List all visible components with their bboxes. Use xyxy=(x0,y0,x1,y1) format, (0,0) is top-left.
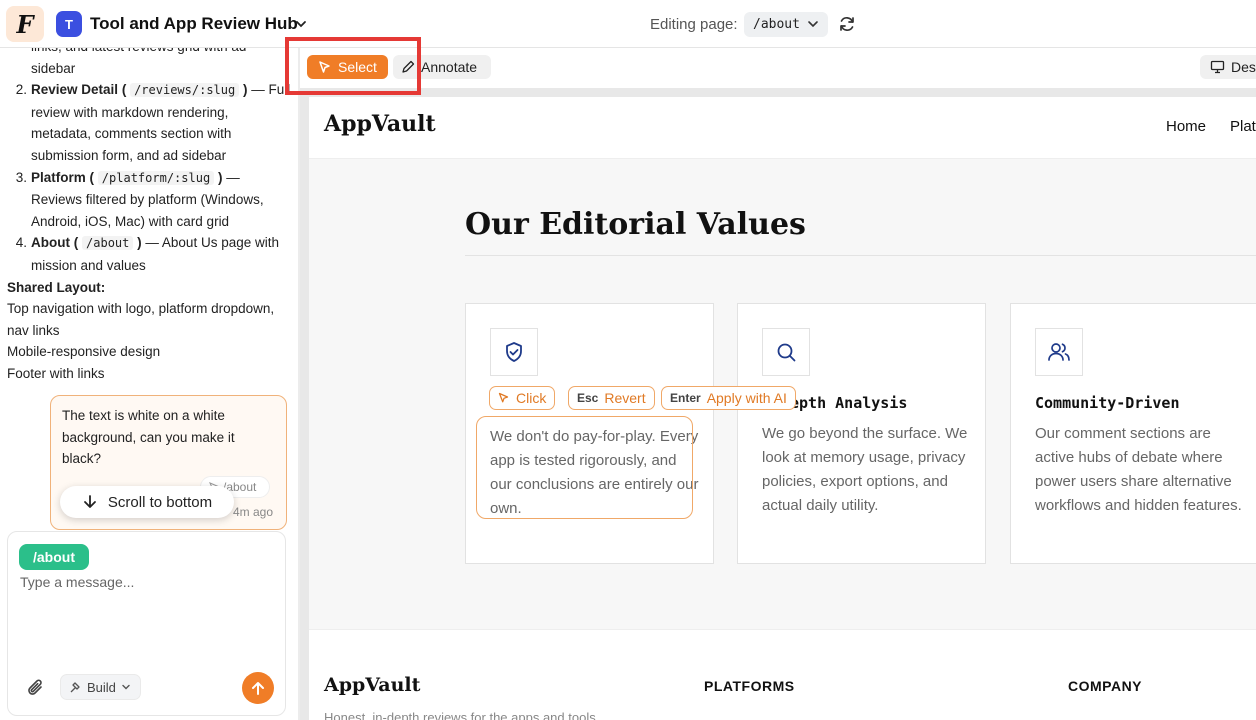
chevron-down-icon xyxy=(122,684,130,690)
shared-layout-item: Mobile-responsive design xyxy=(7,344,161,360)
plan-page-route: /about xyxy=(82,236,134,251)
message-input[interactable]: Type a message... xyxy=(20,574,134,590)
value-card[interactable]: epth Analysis We go beyond the surface. … xyxy=(737,303,986,564)
refresh-icon[interactable] xyxy=(838,15,856,33)
chevron-down-icon[interactable] xyxy=(294,17,308,31)
shared-layout-heading: Shared Layout: xyxy=(7,279,106,295)
value-card-body: Our comment sections are active hubs of … xyxy=(1035,425,1242,514)
enter-key-hint: Enter xyxy=(670,391,701,405)
plan-page-name: Platform xyxy=(31,169,86,185)
revert-label: Revert xyxy=(604,390,646,406)
footer-logo[interactable]: AppVault xyxy=(324,674,420,696)
send-button[interactable] xyxy=(242,672,274,704)
shared-layout-item: Footer with links xyxy=(7,365,105,381)
plan-fragment: links, and latest reviews grid with ad xyxy=(7,48,292,58)
value-card-title: Community-Driven xyxy=(1035,394,1180,412)
footer-heading-company: COMPANY xyxy=(1068,678,1143,694)
value-card-body: We go beyond the surface. We look at mem… xyxy=(762,425,968,514)
plan-page-num: 4. xyxy=(15,235,27,251)
message-composer[interactable]: /about Type a message... Build xyxy=(7,531,286,716)
arrow-down-icon xyxy=(83,495,96,508)
section-heading: Our Editorial Values xyxy=(465,207,806,242)
chat-panel: links, and latest reviews grid with ad s… xyxy=(0,48,298,720)
selected-element-outline xyxy=(476,416,693,519)
esc-key-hint: Esc xyxy=(577,391,599,405)
cursor-icon xyxy=(498,392,509,403)
footer-tagline: Honest, in-depth reviews for the apps an… xyxy=(324,710,596,720)
scroll-to-bottom-label: Scroll to bottom xyxy=(107,493,213,511)
highlight-box xyxy=(285,37,421,95)
site-navbar: AppVault Home Plat xyxy=(309,97,1256,159)
search-icon xyxy=(762,328,810,376)
shield-check-icon xyxy=(490,328,538,376)
project-name[interactable]: Tool and App Review Hub xyxy=(90,14,298,34)
plan-page-item: 3. Platform ( /platform/:slug ) — Review… xyxy=(7,167,292,233)
plan-page-name: Review Detail xyxy=(31,82,119,98)
plan-page-route: /reviews/:slug xyxy=(130,83,240,98)
page-select-value: /about xyxy=(753,17,800,32)
page-tag-pill[interactable]: /about xyxy=(19,544,89,570)
click-action-label: Click xyxy=(516,390,547,406)
message-timestamp: 4m ago xyxy=(233,505,274,519)
value-card-title: epth Analysis xyxy=(790,394,908,412)
heading-divider xyxy=(465,255,1256,256)
click-action-button[interactable]: Click xyxy=(489,386,556,410)
editing-page-label: Editing page: xyxy=(650,16,738,33)
device-toggle-button[interactable]: Des xyxy=(1200,55,1256,79)
shared-layout-item: Top navigation with logo, platform dropd… xyxy=(7,301,275,338)
annotate-mode-label: Annotate xyxy=(421,59,478,75)
plan-fragment-2: sidebar xyxy=(31,60,76,76)
top-bar: F T Tool and App Review Hub Editing page… xyxy=(0,0,1256,48)
nav-link-home[interactable]: Home xyxy=(1166,118,1206,135)
paperclip-icon[interactable] xyxy=(26,678,46,698)
plan-page-num: 3. xyxy=(15,169,27,185)
monitor-icon xyxy=(1210,60,1225,74)
app-logo[interactable]: F xyxy=(6,6,44,42)
scroll-to-bottom-button[interactable]: Scroll to bottom xyxy=(60,486,234,518)
apply-with-ai-label: Apply with AI xyxy=(706,390,787,406)
revert-button[interactable]: Esc Revert xyxy=(568,386,655,410)
plan-page-item: 2. Review Detail ( /reviews/:slug ) — Fu… xyxy=(7,79,292,166)
project-avatar[interactable]: T xyxy=(56,11,82,37)
site-logo[interactable]: AppVault xyxy=(324,111,436,137)
build-mode-select[interactable]: Build xyxy=(60,674,141,700)
user-message-text: The text is white on a white background,… xyxy=(62,408,235,466)
arrow-up-icon xyxy=(252,682,264,695)
device-toggle-label: Des xyxy=(1231,59,1256,75)
site-footer: AppVault PLATFORMS COMPANY Honest, in-de… xyxy=(309,629,1256,720)
app-root: F T Tool and App Review Hub Editing page… xyxy=(0,0,1256,720)
hammer-icon xyxy=(70,681,80,692)
plan-text: links, and latest reviews grid with ad s… xyxy=(7,48,292,385)
plan-page-list: 2. Review Detail ( /reviews/:slug ) — Fu… xyxy=(7,79,292,276)
plan-page-num: 2. xyxy=(15,82,27,98)
users-icon xyxy=(1035,328,1083,376)
plan-page-item: 4. About ( /about ) — About Us page with… xyxy=(7,232,292,276)
page-select-dropdown[interactable]: /about xyxy=(744,12,828,37)
plan-page-name: About xyxy=(31,235,70,251)
footer-heading-platforms: PLATFORMS xyxy=(704,678,795,694)
plan-page-route: /platform/:slug xyxy=(97,170,215,185)
chevron-down-icon xyxy=(808,21,818,28)
value-card[interactable]: Community-Driven Our comment sections ar… xyxy=(1010,303,1256,564)
apply-with-ai-button[interactable]: Enter Apply with AI xyxy=(661,386,796,410)
nav-link-platforms[interactable]: Plat xyxy=(1230,118,1256,135)
app-logo-letter: F xyxy=(16,9,34,39)
build-mode-label: Build xyxy=(87,679,116,695)
